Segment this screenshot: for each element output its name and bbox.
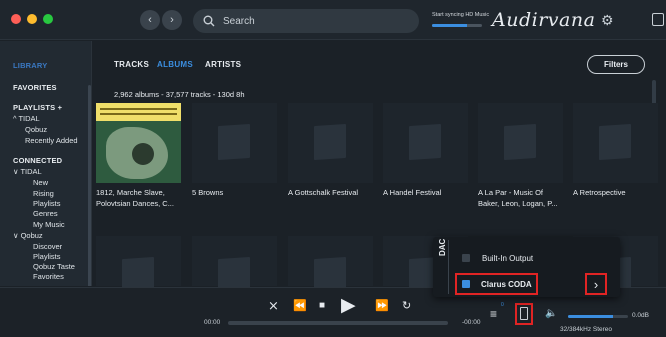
album-cover-placeholder[interactable] xyxy=(383,103,468,183)
sidebar-group-tidal[interactable]: ∨ TIDAL xyxy=(13,167,42,176)
queue-badge: 0 xyxy=(501,302,504,308)
album-subtitle: Polovtsian Dances, C... xyxy=(96,199,174,208)
back-button[interactable]: ‹ xyxy=(140,10,160,30)
sidebar-connected: CONNECTED xyxy=(13,156,63,165)
side-panel-icon[interactable] xyxy=(652,13,664,26)
album-cover-placeholder[interactable] xyxy=(288,103,373,183)
sidebar-item-tidal-new[interactable]: New xyxy=(33,178,48,187)
sidebar-library[interactable]: LIBRARY xyxy=(13,61,47,70)
tab-artists[interactable]: ARTISTS xyxy=(205,60,241,69)
cover-art-bore xyxy=(132,143,154,165)
time-elapsed: 00:00 xyxy=(204,319,221,326)
close-window-button[interactable] xyxy=(11,14,21,24)
tab-tracks[interactable]: TRACKS xyxy=(114,60,149,69)
sidebar-favorites[interactable]: FAVORITES xyxy=(13,83,57,92)
sidebar-item-tidal-rising[interactable]: Rising xyxy=(33,189,54,198)
search-icon xyxy=(203,15,215,27)
queue-icon[interactable]: ≡ xyxy=(490,307,497,321)
album-placeholder-icon xyxy=(409,123,441,161)
album-placeholder-icon xyxy=(218,123,250,161)
dac-option-builtin-radio[interactable] xyxy=(462,254,470,262)
album-cover-1812[interactable] xyxy=(96,103,181,183)
app-logo: Audirvana xyxy=(492,9,596,31)
audio-format: 32/384kHz Stereo xyxy=(560,326,613,333)
album-title[interactable]: 5 Browns xyxy=(192,187,223,198)
album-placeholder-icon xyxy=(314,123,346,161)
sidebar-item-tidal-playlists[interactable]: ^ TIDAL xyxy=(13,114,40,123)
dac-option-builtin[interactable]: Built-In Output xyxy=(482,254,533,263)
cover-art-line xyxy=(100,108,177,110)
album-title[interactable]: A Handel Festival xyxy=(383,187,441,198)
previous-icon[interactable]: ⏪ xyxy=(293,299,307,312)
settings-gear-icon[interactable]: ⚙ xyxy=(601,12,614,29)
sidebar-item-qobuz-playlists[interactable]: Qobuz xyxy=(25,125,47,134)
sidebar-item-recently-added[interactable]: Recently Added xyxy=(25,136,78,145)
chevron-left-icon: ‹ xyxy=(148,14,152,26)
sidebar-item-qobuz-playlists-2[interactable]: Playlists xyxy=(33,252,61,261)
chevron-right-icon: › xyxy=(170,14,174,26)
sidebar-item-qobuz-discover[interactable]: Discover xyxy=(33,242,62,251)
volume-slider[interactable] xyxy=(568,315,628,318)
seek-bar[interactable] xyxy=(228,321,448,325)
album-cover-placeholder[interactable] xyxy=(192,236,277,294)
album-title[interactable]: A La Par - Music Of xyxy=(478,187,543,198)
sidebar: LIBRARY FAVORITES PLAYLISTS + ^ TIDAL Qo… xyxy=(0,41,92,286)
play-icon[interactable]: ▶ xyxy=(341,294,356,317)
dac-divider xyxy=(448,240,449,294)
library-summary: 2,962 albums - 37,577 tracks - 130d 8h xyxy=(114,90,245,99)
volume-level: 0.0dB xyxy=(632,312,649,319)
sync-status-label: Start syncing HD Music xyxy=(432,12,490,18)
filters-button[interactable]: Filters xyxy=(587,55,645,74)
dac-option-clarus-coda[interactable]: Clarus CODA xyxy=(481,280,532,289)
minimize-window-button[interactable] xyxy=(27,14,37,24)
shuffle-icon[interactable]: ⨯ xyxy=(268,298,279,314)
album-title[interactable]: 1812, Marche Slave, xyxy=(96,187,165,198)
sidebar-item-tidal-genres[interactable]: Genres xyxy=(33,209,58,218)
album-cover-placeholder[interactable] xyxy=(573,103,658,183)
album-cover-placeholder[interactable] xyxy=(192,103,277,183)
album-cover-placeholder[interactable] xyxy=(478,103,563,183)
stop-icon[interactable]: ■ xyxy=(319,300,325,311)
album-placeholder-icon xyxy=(599,123,631,161)
album-cover-placeholder[interactable] xyxy=(96,236,181,294)
sidebar-item-tidal-playlists-2[interactable]: Playlists xyxy=(33,199,61,208)
album-title[interactable]: A Gottschalk Festival xyxy=(288,187,358,198)
zoom-window-button[interactable] xyxy=(43,14,53,24)
sidebar-scrollbar[interactable] xyxy=(88,85,91,286)
volume-icon[interactable]: 🔈 xyxy=(545,308,557,319)
title-bar: ‹ › Start syncing HD Music Audirvana ⚙ xyxy=(0,0,666,40)
sidebar-item-qobuz-favorites[interactable]: Favorites xyxy=(33,272,64,281)
album-placeholder-icon xyxy=(504,123,536,161)
sync-progress-bar xyxy=(432,24,482,27)
cover-art-banner xyxy=(96,103,181,121)
tab-albums[interactable]: ALBUMS xyxy=(157,60,193,69)
dac-label: DAC xyxy=(438,238,447,256)
cover-art-line xyxy=(100,113,177,115)
dac-option-coda-radio[interactable] xyxy=(462,280,470,288)
sync-progress-fill xyxy=(432,24,467,27)
sidebar-group-qobuz[interactable]: ∨ Qobuz xyxy=(13,231,43,240)
dac-device-icon[interactable] xyxy=(520,307,528,320)
repeat-icon[interactable]: ↻ xyxy=(402,299,411,312)
album-subtitle: Baker, Leon, Logan, P... xyxy=(478,199,558,208)
sidebar-item-qobuz-taste[interactable]: Qobuz Taste xyxy=(33,262,75,271)
volume-fill xyxy=(568,315,613,318)
album-cover-placeholder[interactable] xyxy=(288,236,373,294)
sidebar-item-tidal-my-music[interactable]: My Music xyxy=(33,220,65,229)
album-title[interactable]: A Retrospective xyxy=(573,187,626,198)
chevron-right-icon: › xyxy=(593,276,599,292)
sidebar-playlists[interactable]: PLAYLISTS + xyxy=(13,103,62,112)
next-track-icon[interactable]: ⏩ xyxy=(375,299,389,312)
dac-next-button[interactable]: › xyxy=(585,273,607,295)
search-box[interactable] xyxy=(193,9,419,33)
forward-button[interactable]: › xyxy=(162,10,182,30)
time-remaining: -00:00 xyxy=(462,319,481,326)
search-input[interactable] xyxy=(223,15,403,27)
